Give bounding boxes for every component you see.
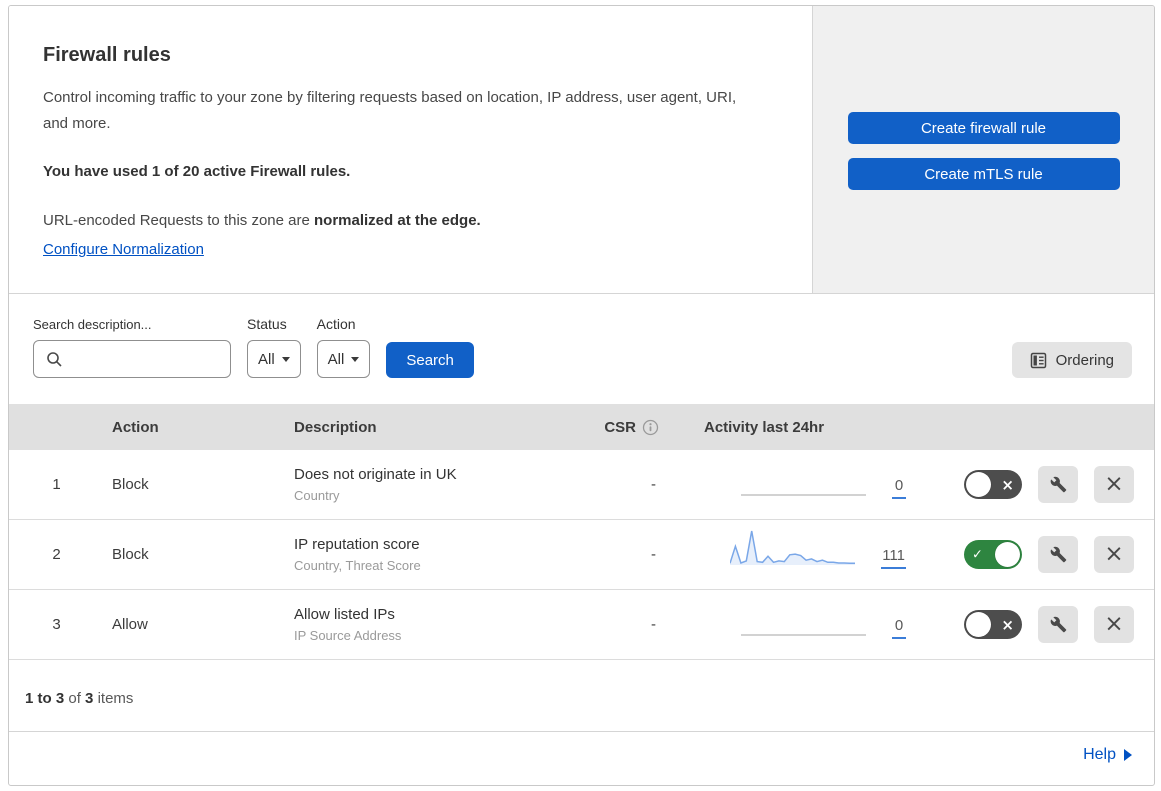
chevron-down-icon [281, 356, 290, 362]
activity-sparkline [741, 493, 866, 496]
search-group: Search description... [33, 317, 231, 378]
rule-description: Allow listed IPs IP Source Address [286, 606, 544, 643]
table-row: 2 Block IP reputation score Country, Thr… [9, 520, 1154, 590]
usage-summary: You have used 1 of 20 active Firewall ru… [43, 163, 351, 180]
rule-controls: ✓ × × [914, 606, 1154, 643]
rule-activity: 0 [684, 457, 914, 513]
check-icon: ✓ [972, 547, 983, 562]
rule-action: Allow [112, 616, 148, 633]
search-label: Search description... [33, 317, 152, 332]
rule-fields: IP Source Address [294, 628, 402, 643]
ordering-button[interactable]: Ordering [1011, 342, 1132, 378]
page-title: Firewall rules [43, 44, 171, 66]
edit-rule-button[interactable] [1038, 536, 1078, 573]
close-icon: × [1104, 611, 1124, 637]
chevron-down-icon [351, 356, 360, 362]
status-select[interactable]: All [247, 340, 301, 378]
toggle-knob [966, 612, 991, 637]
rule-csr-value: - [651, 476, 656, 493]
activity-sparkline [730, 530, 856, 565]
caret-right-icon [1124, 749, 1132, 761]
csr-column-header: CSR [544, 419, 684, 436]
info-icon[interactable] [642, 419, 659, 436]
rule-controls: ✓ × × [914, 466, 1154, 503]
create-mtls-rule-button[interactable]: Create mTLS rule [847, 158, 1120, 190]
table-body: 1 Block Does not originate in UK Country… [9, 450, 1154, 660]
rules-table: Action Description CSR Activity last 24h… [9, 404, 1154, 660]
wrench-icon [1050, 476, 1066, 493]
pagination-summary: 1 to 3 of 3 items [25, 690, 134, 707]
enable-toggle[interactable]: ✓ × [964, 470, 1022, 499]
rule-title: IP reputation score [294, 536, 420, 553]
status-group: Status All [247, 316, 301, 378]
rule-priority: 1 [52, 476, 61, 493]
rule-description: IP reputation score Country, Threat Scor… [286, 536, 544, 573]
rule-activity: 0 [684, 597, 914, 653]
activity-count-link[interactable]: 111 [881, 548, 906, 569]
action-group: Action All [316, 316, 371, 378]
firewall-rules-page: Firewall rules Control incoming traffic … [8, 5, 1155, 786]
toggle-knob [995, 542, 1020, 567]
intro-panel: Firewall rules Control incoming traffic … [9, 6, 813, 293]
search-input[interactable] [68, 341, 226, 377]
action-column-header: Action [112, 418, 159, 436]
rule-activity: 111 [684, 527, 914, 583]
rule-priority: 2 [52, 546, 61, 563]
x-icon: × [1001, 615, 1014, 634]
create-firewall-rule-button[interactable]: Create firewall rule [847, 112, 1120, 144]
wrench-icon [1050, 546, 1066, 563]
search-icon [47, 352, 62, 367]
description-column-header: Description [294, 418, 377, 436]
rule-description: Does not originate in UK Country [286, 466, 544, 503]
delete-rule-button[interactable]: × [1094, 466, 1134, 503]
close-icon: × [1104, 471, 1124, 497]
activity-count-link[interactable]: 0 [892, 478, 906, 499]
table-header-row: Action Description CSR Activity last 24h… [9, 404, 1154, 450]
wrench-icon [1050, 616, 1066, 633]
rule-action: Block [112, 476, 149, 493]
edit-rule-button[interactable] [1038, 606, 1078, 643]
normalization-note: URL-encoded Requests to this zone are no… [43, 212, 481, 229]
table-row: 3 Allow Allow listed IPs IP Source Addre… [9, 590, 1154, 660]
status-label: Status [247, 316, 287, 332]
enable-toggle[interactable]: ✓ × [964, 540, 1022, 569]
actions-panel: Create firewall rule Create mTLS rule [813, 6, 1154, 293]
rule-fields: Country, Threat Score [294, 558, 421, 573]
filter-bar: Search description... Status All Action … [9, 294, 1154, 404]
rule-title: Allow listed IPs [294, 606, 395, 623]
rule-csr-value: - [651, 616, 656, 633]
table-row: 1 Block Does not originate in UK Country… [9, 450, 1154, 520]
page-description: Control incoming traffic to your zone by… [43, 89, 737, 132]
action-select[interactable]: All [316, 340, 371, 378]
help-bar: Help [9, 731, 1154, 778]
activity-column-header: Activity last 24hr [704, 418, 825, 436]
rule-controls: ✓ × × [914, 536, 1154, 573]
search-box [33, 340, 231, 378]
rule-action: Block [112, 546, 149, 563]
rule-fields: Country [294, 488, 340, 503]
action-label: Action [316, 316, 356, 332]
delete-rule-button[interactable]: × [1094, 606, 1134, 643]
rule-priority: 3 [52, 616, 61, 633]
toggle-knob [966, 472, 991, 497]
search-button[interactable]: Search [386, 342, 474, 378]
rule-csr-value: - [651, 546, 656, 563]
edit-rule-button[interactable] [1038, 466, 1078, 503]
configure-normalization-link[interactable]: Configure Normalization [43, 241, 204, 258]
enable-toggle[interactable]: ✓ × [964, 610, 1022, 639]
page-header: Firewall rules Control incoming traffic … [9, 6, 1154, 294]
help-link[interactable]: Help [1083, 746, 1132, 764]
x-icon: × [1001, 475, 1014, 494]
ordering-icon [1030, 352, 1046, 368]
rule-title: Does not originate in UK [294, 466, 457, 483]
activity-sparkline [741, 633, 866, 636]
close-icon: × [1104, 541, 1124, 567]
delete-rule-button[interactable]: × [1094, 536, 1134, 573]
activity-count-link[interactable]: 0 [892, 618, 906, 639]
